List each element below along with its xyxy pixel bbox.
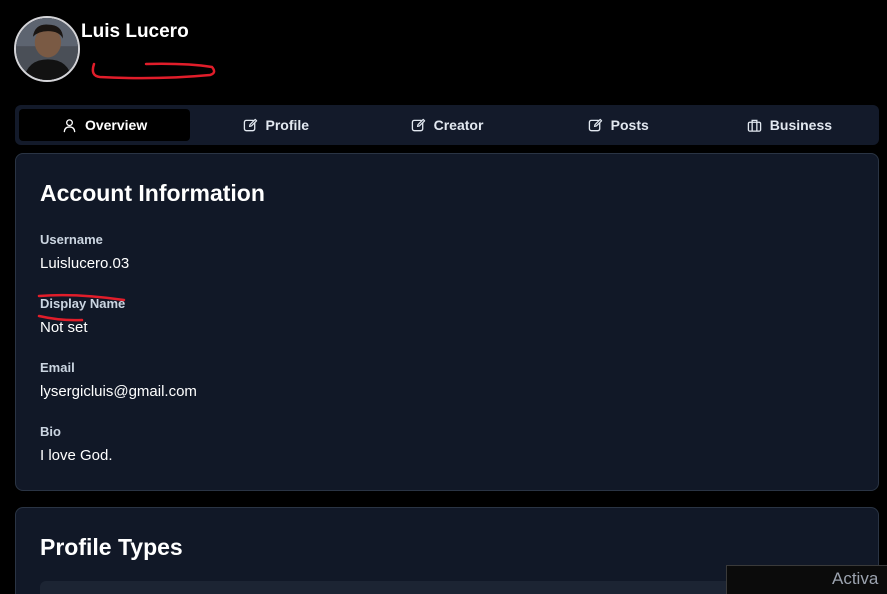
- tab-creator[interactable]: Creator: [361, 109, 532, 141]
- username-value: Luislucero.03: [40, 255, 130, 272]
- display-name-label: Display Name: [40, 296, 126, 311]
- avatar-photo: [16, 18, 78, 80]
- account-information-card: Account Information Username Luislucero.…: [15, 153, 879, 491]
- display-name-value: Not set: [40, 319, 88, 336]
- tab-label: Business: [769, 117, 833, 133]
- briefcase-icon: [747, 118, 762, 133]
- email-value: lysergicluis@gmail.com: [40, 383, 197, 400]
- card-title: Profile Types: [40, 534, 183, 560]
- user-icon: [62, 118, 77, 133]
- bio-value: I love God.: [40, 447, 113, 464]
- tab-business[interactable]: Business: [704, 109, 875, 141]
- edit-icon: [243, 118, 258, 133]
- edit-icon: [411, 118, 426, 133]
- tab-label: Posts: [610, 117, 649, 133]
- tab-posts[interactable]: Posts: [533, 109, 704, 141]
- tab-bar: Overview Profile Creator Posts Business: [15, 105, 879, 145]
- username-label: Username: [40, 232, 103, 247]
- name-annotation-scribble: [91, 62, 216, 80]
- tab-profile[interactable]: Profile: [190, 109, 361, 141]
- tab-label: Creator: [433, 117, 484, 133]
- profile-header: [14, 16, 80, 82]
- tab-label: Overview: [84, 117, 148, 133]
- edit-icon: [588, 118, 603, 133]
- activation-watermark: Activa: [726, 565, 887, 594]
- bio-label: Bio: [40, 424, 61, 439]
- tab-label: Profile: [265, 117, 310, 133]
- email-label: Email: [40, 360, 75, 375]
- tab-overview[interactable]: Overview: [19, 109, 191, 141]
- avatar[interactable]: [14, 16, 80, 82]
- card-title: Account Information: [40, 180, 265, 206]
- user-name: Luis Lucero: [81, 21, 189, 42]
- activation-text: Activa: [832, 569, 879, 588]
